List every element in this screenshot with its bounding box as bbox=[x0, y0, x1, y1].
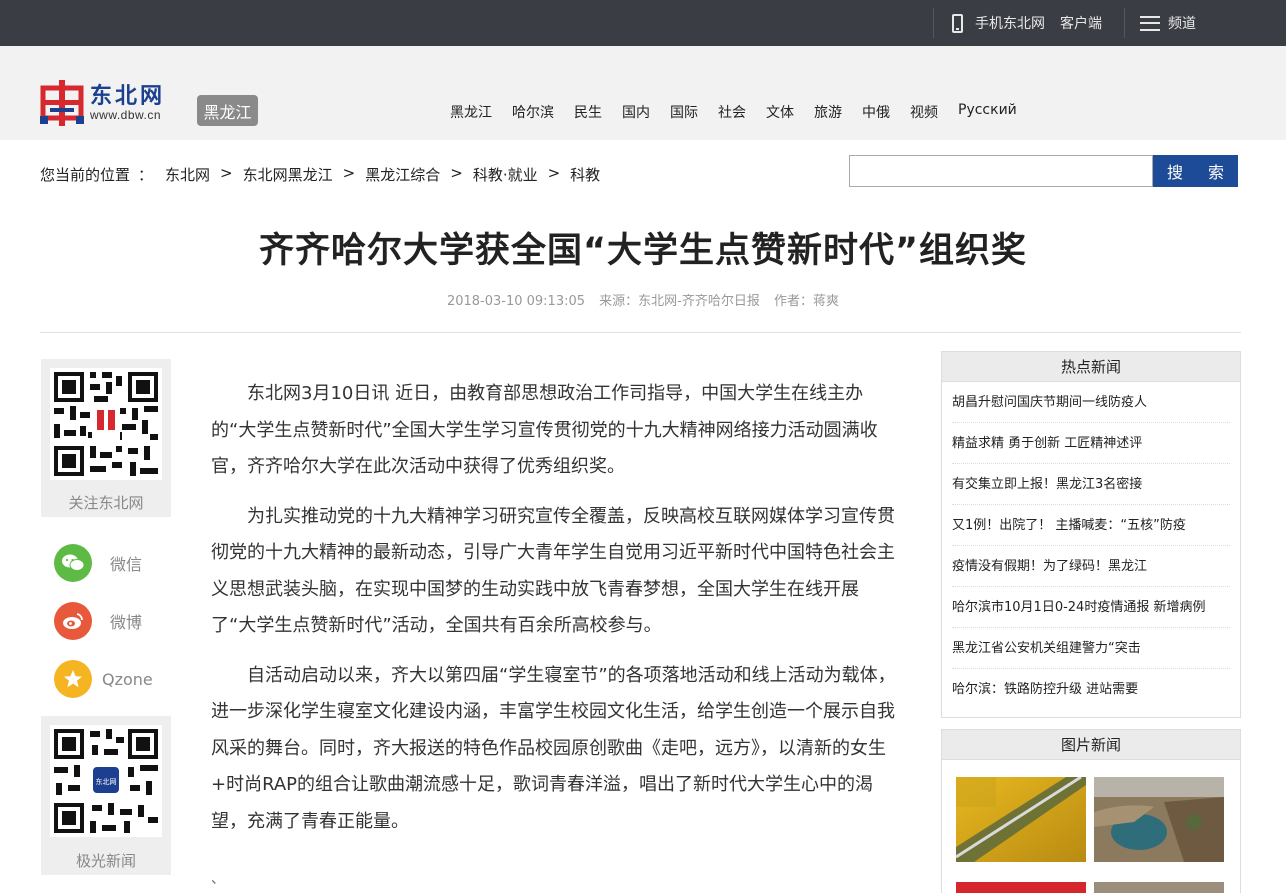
article-source[interactable]: 来源：东北网-齐齐哈尔日报 bbox=[599, 294, 760, 309]
article-author: 作者：蒋爽 bbox=[774, 294, 840, 309]
photo-news-image[interactable] bbox=[1094, 882, 1224, 893]
share-weibo[interactable]: 微博 bbox=[54, 602, 142, 640]
dbw-logo-icon bbox=[40, 80, 84, 126]
nav-item[interactable]: 视频 bbox=[900, 102, 948, 122]
nav-item[interactable]: 国际 bbox=[660, 102, 708, 122]
top-bar-divider bbox=[1124, 8, 1125, 38]
nav-item[interactable]: Русский bbox=[948, 102, 1027, 122]
hot-news-item[interactable]: 哈尔滨市10月1日0-24时疫情通报 新增病例 bbox=[952, 587, 1230, 628]
photo-news-image[interactable] bbox=[955, 775, 1086, 862]
hot-news-item[interactable]: 疫情没有假期！为了绿码！黑龙江 bbox=[952, 546, 1230, 587]
mobile-site-link[interactable]: 手机东北网 bbox=[952, 0, 1045, 46]
share-label: 微博 bbox=[110, 613, 143, 632]
site-logo[interactable]: 东北网 www.dbw.cn bbox=[40, 80, 165, 126]
nav-item[interactable]: 哈尔滨 bbox=[502, 102, 564, 122]
client-app-link[interactable]: 客户端 bbox=[1060, 0, 1102, 46]
top-bar: 手机东北网 客户端 频道 bbox=[0, 0, 1286, 46]
article-paragraph: 为扎实推动党的十九大精神学习研究宣传全覆盖，反映高校互联网媒体学习宣传贯彻党的十… bbox=[211, 505, 895, 637]
qr-code-icon: 东北网 bbox=[50, 725, 162, 837]
article-paragraph: 东北网3月10日讯 近日，由教育部思想政治工作司指导，中国大学生在线主办的“大学… bbox=[211, 383, 878, 477]
channel-label: 频道 bbox=[1168, 16, 1196, 32]
share-wechat[interactable]: 微信 bbox=[54, 544, 142, 582]
hot-news-item[interactable]: 精益求精 勇于创新 工匠精神述评 bbox=[952, 423, 1230, 464]
nav-item[interactable]: 国内 bbox=[612, 102, 660, 122]
client-app-label: 客户端 bbox=[1060, 16, 1102, 32]
breadcrumb-prefix: 您当前的位置 bbox=[40, 166, 131, 184]
hamburger-menu-icon bbox=[1140, 15, 1160, 31]
search-input[interactable] bbox=[849, 155, 1153, 187]
nav-item[interactable]: 黑龙江 bbox=[440, 102, 502, 122]
photo-news-heading: 图片新闻 bbox=[942, 730, 1240, 760]
weibo-icon bbox=[54, 602, 92, 640]
article-title: 齐齐哈尔大学获全国“大学生点赞新时代”组织奖 bbox=[258, 231, 1027, 271]
publish-date: 2018-03-10 09:13:05 bbox=[446, 294, 586, 309]
breadcrumb-separator: > bbox=[450, 164, 463, 182]
hot-news-item[interactable]: 哈尔滨：铁路防控升级 进站需要 bbox=[952, 669, 1230, 710]
article-body: 东北网3月10日讯 近日，由教育部思想政治工作司指导，中国大学生在线主办的“大学… bbox=[211, 376, 898, 853]
qr-code-icon bbox=[50, 368, 162, 480]
qr-follow-dbw: 关注东北网 bbox=[41, 359, 171, 517]
wechat-icon bbox=[54, 544, 92, 582]
share-label: 微信 bbox=[110, 555, 143, 574]
logo-name: 东北网 bbox=[90, 83, 166, 109]
region-badge[interactable]: 黑龙江 bbox=[197, 95, 258, 126]
logo-url: www.dbw.cn bbox=[90, 108, 162, 122]
breadcrumb-colon: ： bbox=[138, 166, 154, 184]
qzone-star-icon bbox=[54, 660, 92, 698]
channel-menu-button[interactable]: 频道 bbox=[1140, 0, 1196, 46]
breadcrumb-link[interactable]: 东北网 bbox=[165, 164, 210, 185]
breadcrumb-separator: > bbox=[220, 164, 233, 182]
site-header: 东北网 www.dbw.cn 黑龙江 黑龙江 哈尔滨 民生 国内 国际 社会 文… bbox=[0, 46, 1286, 140]
main-nav: 黑龙江 哈尔滨 民生 国内 国际 社会 文体 旅游 中俄 视频 Русский bbox=[440, 102, 1027, 122]
hot-news-panel: 热点新闻 胡昌升慰问国庆节期间一线防疫人 精益求精 勇于创新 工匠精神述评 有交… bbox=[941, 351, 1241, 718]
search-button[interactable]: 搜 索 bbox=[1153, 155, 1238, 187]
share-label: Qzone bbox=[102, 669, 153, 689]
qr-center-label: 东北网 bbox=[96, 777, 117, 786]
hot-news-item[interactable]: 黑龙江省公安机关组建警力“突击 bbox=[952, 628, 1230, 669]
nav-item[interactable]: 社会 bbox=[708, 102, 756, 122]
hot-news-heading: 热点新闻 bbox=[942, 352, 1240, 382]
breadcrumb-separator: > bbox=[547, 164, 561, 182]
breadcrumb-separator: > bbox=[342, 164, 356, 182]
breadcrumb-link[interactable]: 科教 bbox=[570, 164, 600, 185]
top-bar-divider bbox=[933, 8, 934, 38]
breadcrumb-link[interactable]: 黑龙江综合 bbox=[365, 164, 440, 185]
nav-item[interactable]: 文体 bbox=[756, 102, 804, 122]
breadcrumb-link[interactable]: 东北网黑龙江 bbox=[243, 164, 333, 185]
nav-item[interactable]: 旅游 bbox=[804, 102, 852, 122]
hot-news-item[interactable]: 胡昌升慰问国庆节期间一线防疫人 bbox=[952, 382, 1230, 423]
search-bar: 搜 索 bbox=[849, 155, 1238, 187]
article-meta: 2018-03-10 09:13:05 来源：东北网-齐齐哈尔日报 作者：蒋爽 bbox=[0, 290, 1286, 309]
nav-item[interactable]: 中俄 bbox=[852, 102, 900, 122]
breadcrumb-link[interactable]: 科教·就业 bbox=[473, 164, 538, 185]
nav-item[interactable]: 民生 bbox=[564, 102, 612, 122]
qr-label: 极光新闻 bbox=[75, 852, 136, 870]
article-tail-mark: 、 bbox=[211, 871, 225, 887]
article-paragraph: 自活动启动以来，齐大以第四届“学生寝室节”的各项落地活动和线上活动为载体，进一步… bbox=[211, 664, 896, 832]
photo-news-image[interactable] bbox=[956, 882, 1086, 893]
qr-jiguang-news: 东北网 极光新闻 bbox=[41, 716, 171, 875]
qr-label: 关注东北网 bbox=[68, 494, 144, 512]
hot-news-item[interactable]: 有交集立即上报！黑龙江3名密接 bbox=[952, 464, 1230, 505]
title-divider bbox=[40, 332, 1241, 333]
photo-news-image[interactable] bbox=[1094, 777, 1224, 862]
breadcrumb: 您当前的位置 ： 东北网 > 东北网黑龙江 > 黑龙江综合 > 科教·就业 > … bbox=[40, 164, 600, 185]
phone-icon bbox=[952, 13, 963, 33]
share-qzone[interactable]: Qzone bbox=[54, 660, 153, 698]
mobile-site-label: 手机东北网 bbox=[975, 16, 1045, 32]
hot-news-item[interactable]: 又1例！出院了！ 主播喊麦：“五核”防疫 bbox=[952, 505, 1230, 546]
